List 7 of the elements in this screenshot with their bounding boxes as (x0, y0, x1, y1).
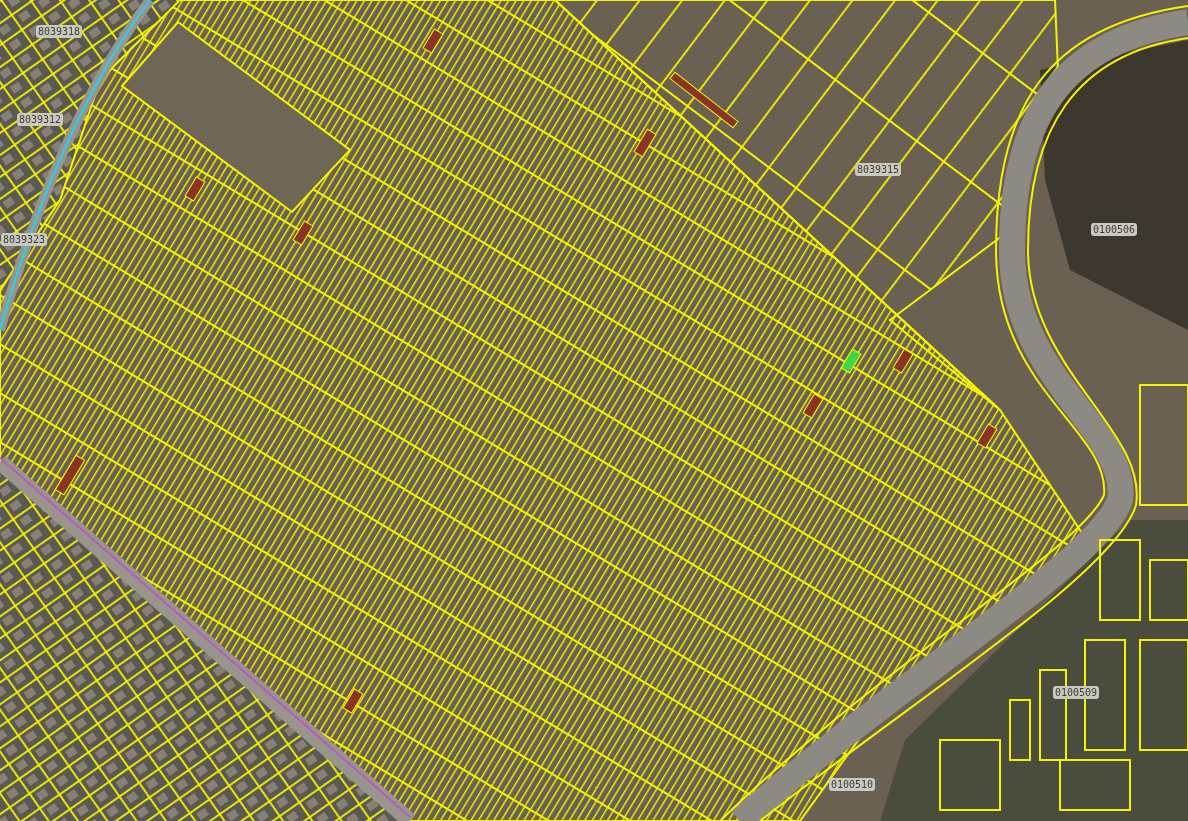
parcel-number-label: 0100506 (1091, 223, 1138, 236)
parcel-number-label: 0100510 (829, 778, 876, 791)
parcel-number-label: 8039315 (855, 163, 902, 176)
parcel-number-label: 8039323 (1, 233, 48, 246)
parcel-number-label: 0100509 (1053, 686, 1100, 699)
parcel-number-label: 8039318 (36, 25, 83, 38)
parcel-number-label: 8039312 (17, 113, 64, 126)
